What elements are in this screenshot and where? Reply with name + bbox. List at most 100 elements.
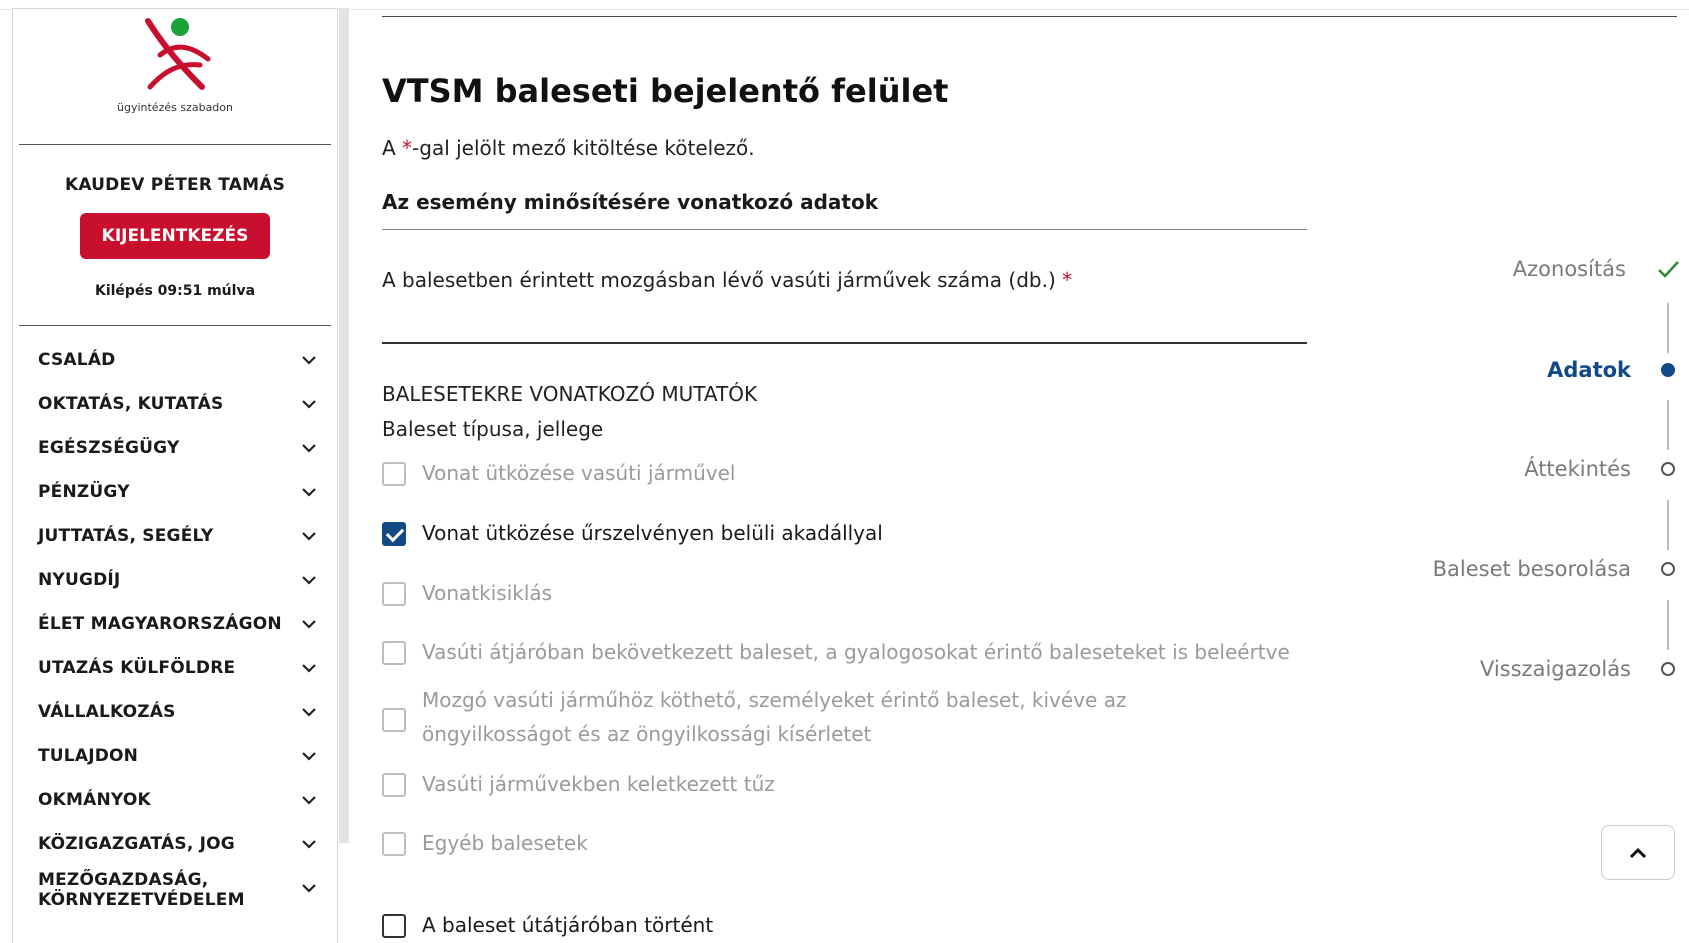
option-fire[interactable]: Vasúti járművekben keletkezett tűz <box>382 772 775 801</box>
nav-item-label: UTAZÁS KÜLFÖLDRE <box>38 658 236 678</box>
nav-item-penzugy[interactable]: PÉNZÜGY <box>13 470 337 514</box>
required-star: * <box>402 136 413 160</box>
user-panel: KAUDEV PÉTER TAMÁS KIJELENTKEZÉS Kilépés… <box>13 145 337 325</box>
required-note-prefix: A <box>382 136 403 160</box>
progress-stepper: Azonosítás Adatok Áttekintés Baleset bes… <box>1380 255 1680 705</box>
checkbox[interactable] <box>382 832 406 856</box>
user-name: KAUDEV PÉTER TAMÁS <box>64 175 286 195</box>
chevron-down-icon <box>302 532 316 541</box>
checkbox[interactable] <box>382 641 406 665</box>
step-label: Adatok <box>1547 358 1631 382</box>
logo[interactable]: ügyintézés szabadon <box>13 9 337 144</box>
chevron-up-icon <box>1629 847 1647 858</box>
nav-item-label: OKTATÁS, KUTATÁS <box>38 394 224 414</box>
option-label: Vasúti járművekben keletkezett tűz <box>422 772 775 796</box>
nav-item-label: OKMÁNYOK <box>38 790 151 810</box>
checkbox[interactable] <box>382 914 406 938</box>
vehicles-count-input[interactable] <box>382 300 1307 344</box>
checkbox[interactable] <box>382 582 406 606</box>
step-connector <box>1667 303 1669 353</box>
crossing-label: A baleset útátjáróban történt <box>422 913 714 937</box>
nav-item-mezogazdasag[interactable]: MEZŐGAZDASÁG, KÖRNYEZETVÉDELEM <box>13 866 337 922</box>
chevron-down-icon <box>302 576 316 585</box>
sidebar: ügyintézés szabadon KAUDEV PÉTER TAMÁS K… <box>12 8 338 943</box>
step-adatok[interactable]: Adatok <box>1547 358 1680 382</box>
option-level-crossing[interactable]: Vasúti átjáróban bekövetkezett baleset, … <box>382 640 1290 669</box>
step-connector <box>1667 500 1669 550</box>
scroll-to-top-button[interactable] <box>1601 825 1675 880</box>
required-note: A *-gal jelölt mező kitöltése kötelező. <box>382 136 755 160</box>
nav-item-csalad[interactable]: CSALÁD <box>13 338 337 382</box>
section-divider <box>382 229 1307 230</box>
nav-item-label: CSALÁD <box>38 350 116 370</box>
vehicles-count-label: A balesetben érintett mozgásban lévő vas… <box>382 268 1072 292</box>
nav-item-egeszsegugy[interactable]: EGÉSZSÉGÜGY <box>13 426 337 470</box>
vehicles-count-label-text: A balesetben érintett mozgásban lévő vas… <box>382 268 1056 292</box>
option-label: Vasúti átjáróban bekövetkezett baleset, … <box>422 640 1290 664</box>
logo-text: ügyintézés szabadon <box>117 101 233 114</box>
step-label: Visszaigazolás <box>1479 657 1631 681</box>
sidebar-scrollbar[interactable] <box>339 8 349 843</box>
chevron-down-icon <box>302 356 316 365</box>
step-connector <box>1667 600 1669 650</box>
chevron-down-icon <box>302 664 316 673</box>
checkbox[interactable] <box>382 708 406 732</box>
nav-item-juttatas[interactable]: JUTTATÁS, SEGÉLY <box>13 514 337 558</box>
option-collision-obstacle[interactable]: Vonat ütközése űrszelvényen belüli akadá… <box>382 521 883 550</box>
chevron-down-icon <box>302 488 316 497</box>
chevron-down-icon <box>302 708 316 717</box>
nav-item-elet[interactable]: ÉLET MAGYARORSZÁGON <box>13 602 337 646</box>
app: ügyintézés szabadon KAUDEV PÉTER TAMÁS K… <box>0 0 1689 943</box>
option-other[interactable]: Egyéb balesetek <box>382 831 588 860</box>
section-title: Az esemény minősítésére vonatkozó adatok <box>382 190 879 214</box>
nav-item-label: MEZŐGAZDASÁG, KÖRNYEZETVÉDELEM <box>38 870 245 910</box>
chevron-down-icon <box>302 444 316 453</box>
option-personal-injury[interactable]: Mozgó vasúti járműhöz köthető, személyek… <box>382 688 1282 751</box>
option-label: Vonat ütközése űrszelvényen belüli akadá… <box>422 521 883 545</box>
nav-item-label: TULAJDON <box>38 746 139 766</box>
option-label: Vonat ütközése vasúti járművel <box>422 461 736 485</box>
step-visszaigazolas[interactable]: Visszaigazolás <box>1480 657 1680 681</box>
step-connector <box>1667 400 1669 450</box>
nav-item-label: VÁLLALKOZÁS <box>38 702 176 722</box>
nav-item-tulajdon[interactable]: TULAJDON <box>13 734 337 778</box>
step-baleset-besorolasa[interactable]: Baleset besorolása <box>1433 557 1680 581</box>
checkbox-checked[interactable] <box>382 522 406 546</box>
logo-icon <box>145 18 211 90</box>
step-azonositas[interactable]: Azonosítás <box>1513 257 1680 281</box>
required-note-suffix: -gal jelölt mező kitöltése kötelező. <box>412 136 755 160</box>
nav-item-kozigazgatas[interactable]: KÖZIGAZGATÁS, JOG <box>13 822 337 866</box>
step-attekintes[interactable]: Áttekintés <box>1524 457 1680 481</box>
checkbox[interactable] <box>382 773 406 797</box>
nav-item-label: NYUGDÍJ <box>38 570 121 590</box>
option-collision-vehicle[interactable]: Vonat ütközése vasúti járművel <box>382 461 736 490</box>
chevron-down-icon <box>302 400 316 409</box>
chevron-down-icon <box>302 752 316 761</box>
nav-item-nyugdij[interactable]: NYUGDÍJ <box>13 558 337 602</box>
step-label: Baleset besorolása <box>1432 557 1631 581</box>
main-content: VTSM baleseti bejelentő felület A *-gal … <box>382 0 1382 943</box>
nav-item-label: KÖZIGAZGATÁS, JOG <box>38 834 235 854</box>
check-icon <box>1658 261 1679 278</box>
logout-button[interactable]: KIJELENTKEZÉS <box>80 213 270 259</box>
chevron-down-icon <box>302 840 316 849</box>
nav-item-vallalkozas[interactable]: VÁLLALKOZÁS <box>13 690 337 734</box>
step-dot <box>1661 462 1675 476</box>
option-label: Vonatkisiklás <box>422 581 553 605</box>
chevron-down-icon <box>302 796 316 805</box>
nav-item-label: EGÉSZSÉGÜGY <box>38 438 180 458</box>
nav-item-oktatas[interactable]: OKTATÁS, KUTATÁS <box>13 382 337 426</box>
checkbox[interactable] <box>382 462 406 486</box>
step-label: Áttekintés <box>1524 457 1631 481</box>
crossing-toggle[interactable]: A baleset útátjáróban történt <box>382 913 713 942</box>
chevron-down-icon <box>302 620 316 629</box>
option-label: Egyéb balesetek <box>422 831 588 855</box>
indicators-title: BALESETEKRE VONATKOZÓ MUTATÓK <box>382 382 758 406</box>
nav-item-okmanyok[interactable]: OKMÁNYOK <box>13 778 337 822</box>
nav-item-label: JUTTATÁS, SEGÉLY <box>38 526 214 546</box>
option-derailment[interactable]: Vonatkisiklás <box>382 581 552 610</box>
step-dot <box>1661 363 1675 377</box>
page-title: VTSM baleseti bejelentő felület <box>382 72 949 110</box>
chevron-down-icon <box>302 884 316 893</box>
nav-item-utazas[interactable]: UTAZÁS KÜLFÖLDRE <box>13 646 337 690</box>
